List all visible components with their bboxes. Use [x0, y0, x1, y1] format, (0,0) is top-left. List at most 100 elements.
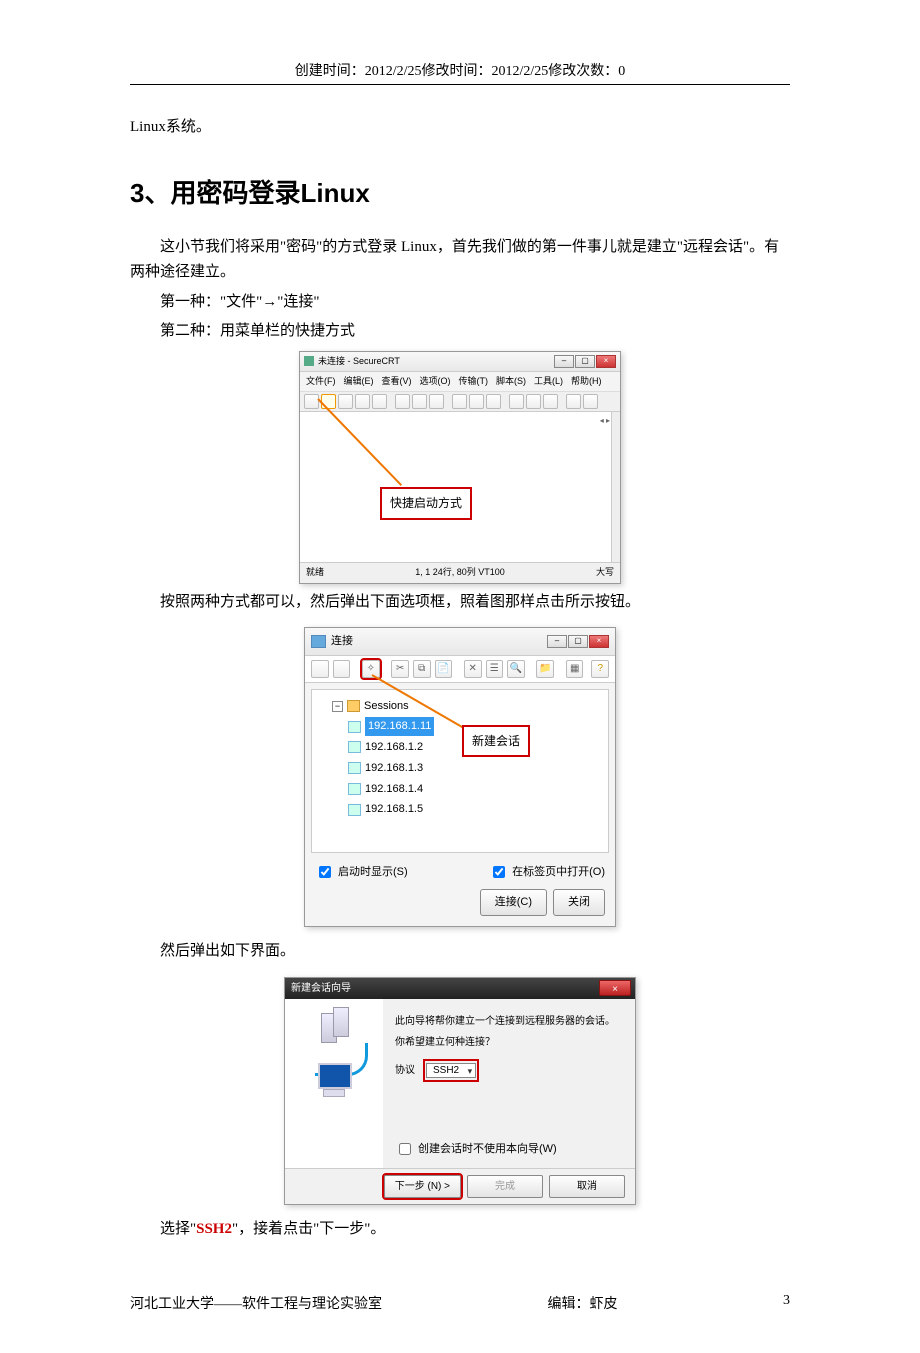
next-button[interactable]: 下一步 (N) > [384, 1175, 461, 1198]
toolbar [300, 392, 620, 412]
session-item[interactable]: 192.168.1.3 [318, 758, 602, 779]
minimize-button[interactable]: – [554, 355, 574, 368]
cancel-button[interactable]: 取消 [549, 1175, 625, 1198]
protocol-label: 协议 [395, 1062, 415, 1079]
toolbar-button[interactable] [395, 394, 410, 409]
toolbar-button[interactable] [333, 660, 351, 678]
terminal-area: ◂ ▸ 快捷启动方式 [300, 412, 620, 563]
delete-icon[interactable]: ✕ [464, 660, 482, 678]
protocol-select[interactable]: SSH2 [426, 1063, 476, 1078]
session-item[interactable]: 192.168.1.2 [318, 737, 602, 758]
minimize-button[interactable]: – [547, 635, 567, 648]
page-footer: 河北工业大学——软件工程与理论实验室 编辑：虾皮 3 [130, 1293, 790, 1313]
dialog-toolbar: ✧ ✂ ⧉ 📄 ✕ ☰ 🔍 📁 ▦ ? [305, 656, 615, 683]
wizard-sidebar [285, 999, 383, 1169]
session-item[interactable]: 192.168.1.5 [318, 799, 602, 820]
menu-tools[interactable]: 工具(L) [534, 374, 563, 389]
callout-quick-launch: 快捷启动方式 [380, 487, 472, 519]
monitor-icon [314, 1063, 354, 1099]
para4-pre: 选择" [160, 1221, 196, 1237]
checkbox-input[interactable] [399, 1143, 411, 1155]
tree-root[interactable]: − Sessions [318, 696, 602, 717]
tab-arrows[interactable]: ◂ ▸ [600, 414, 610, 428]
toolbar-button[interactable] [304, 394, 319, 409]
paragraph-1: 这小节我们将采用"密码"的方式登录 Linux，首先我们做的第一件事儿就是建立"… [130, 235, 790, 286]
session-label: 192.168.1.2 [365, 738, 423, 757]
toolbar-button[interactable] [583, 394, 598, 409]
ssh2-text: SSH2 [196, 1221, 232, 1237]
toolbar-button[interactable] [311, 660, 329, 678]
session-label: 192.168.1.5 [365, 800, 423, 819]
new-session-wizard: 新建会话向导 × 此向导将帮你建立一个连接到远程服务器的会话。 你希望建立何种连… [284, 977, 636, 1206]
toolbar-button[interactable] [412, 394, 427, 409]
way-2: 第二种：用菜单栏的快捷方式 [130, 319, 790, 345]
session-item[interactable]: 192.168.1.4 [318, 779, 602, 800]
session-label: 192.168.1.11 [365, 717, 434, 736]
toolbar-button[interactable] [372, 394, 387, 409]
tree-root-label: Sessions [364, 697, 409, 716]
toolbar-button[interactable] [486, 394, 501, 409]
menu-script[interactable]: 脚本(S) [496, 374, 526, 389]
app-icon [304, 356, 314, 366]
paste-icon[interactable]: 📄 [435, 660, 453, 678]
finish-button: 完成 [467, 1175, 543, 1198]
menu-transfer[interactable]: 传输(T) [459, 374, 489, 389]
open-in-tab-checkbox[interactable]: 在标签页中打开(O) [489, 863, 605, 882]
properties-icon[interactable]: ☰ [486, 660, 504, 678]
menu-edit[interactable]: 编辑(E) [344, 374, 374, 389]
menu-view[interactable]: 查看(V) [382, 374, 412, 389]
checkbox-label: 创建会话时不使用本向导(W) [418, 1140, 557, 1159]
toolbar-button[interactable] [566, 394, 581, 409]
startup-checkbox[interactable]: 启动时显示(S) [315, 863, 408, 882]
paragraph-2: 按照两种方式都可以，然后弹出下面选项框，照着图那样点击所示按钮。 [130, 590, 790, 616]
paragraph-3: 然后弹出如下界面。 [130, 939, 790, 965]
menu-options[interactable]: 选项(O) [420, 374, 451, 389]
toolbar-button[interactable] [452, 394, 467, 409]
menu-file[interactable]: 文件(F) [306, 374, 336, 389]
toolbar-button[interactable] [543, 394, 558, 409]
close-button[interactable]: × [589, 635, 609, 648]
prev-text: Linux系统。 [130, 115, 790, 141]
close-button[interactable]: 关闭 [553, 889, 605, 916]
window-title: 未连接 - SecureCRT [318, 354, 554, 369]
collapse-icon[interactable]: − [332, 701, 343, 712]
toolbar-button[interactable] [509, 394, 524, 409]
toolbar-button[interactable] [429, 394, 444, 409]
way-1: 第一种："文件"→"连接" [130, 290, 790, 316]
new-folder-icon[interactable]: 📁 [536, 660, 554, 678]
window-titlebar: 未连接 - SecureCRT – ▢ × [300, 352, 620, 372]
session-icon [348, 804, 361, 816]
cut-icon[interactable]: ✂ [391, 660, 409, 678]
maximize-button[interactable]: ▢ [568, 635, 588, 648]
menu-help[interactable]: 帮助(H) [571, 374, 602, 389]
find-icon[interactable]: 🔍 [507, 660, 525, 678]
connect-button[interactable]: 连接(C) [480, 889, 547, 916]
close-button[interactable]: × [596, 355, 616, 368]
folder-icon [347, 700, 360, 712]
status-left: 就绪 [306, 565, 324, 580]
status-mid: 1, 1 24行, 80列 VT100 [415, 565, 505, 580]
toolbar-button[interactable] [338, 394, 353, 409]
wizard-title: 新建会话向导 [289, 980, 599, 997]
toolbar-button[interactable]: ▦ [566, 660, 584, 678]
session-label: 192.168.1.3 [365, 759, 423, 778]
toolbar-button[interactable] [355, 394, 370, 409]
toolbar-button[interactable] [526, 394, 541, 409]
toolbar-button[interactable] [469, 394, 484, 409]
paragraph-4: 选择"SSH2"，接着点击"下一步"。 [130, 1217, 790, 1243]
side-scrollbar[interactable] [611, 412, 620, 562]
section-heading: 3、用密码登录Linux [130, 171, 790, 215]
close-button[interactable]: × [599, 980, 631, 996]
toolbar-quick-connect-button[interactable] [321, 394, 336, 409]
help-icon[interactable]: ? [591, 660, 609, 678]
no-wizard-checkbox[interactable]: 创建会话时不使用本向导(W) [395, 1140, 623, 1159]
checkbox-label: 启动时显示(S) [338, 863, 408, 882]
maximize-button[interactable]: ▢ [575, 355, 595, 368]
copy-icon[interactable]: ⧉ [413, 660, 431, 678]
checkbox-input[interactable] [319, 866, 331, 878]
protocol-highlight: SSH2 [423, 1059, 479, 1082]
dialog-title: 连接 [331, 632, 547, 651]
checkbox-input[interactable] [493, 866, 505, 878]
session-icon [348, 762, 361, 774]
wizard-titlebar: 新建会话向导 × [285, 978, 635, 999]
